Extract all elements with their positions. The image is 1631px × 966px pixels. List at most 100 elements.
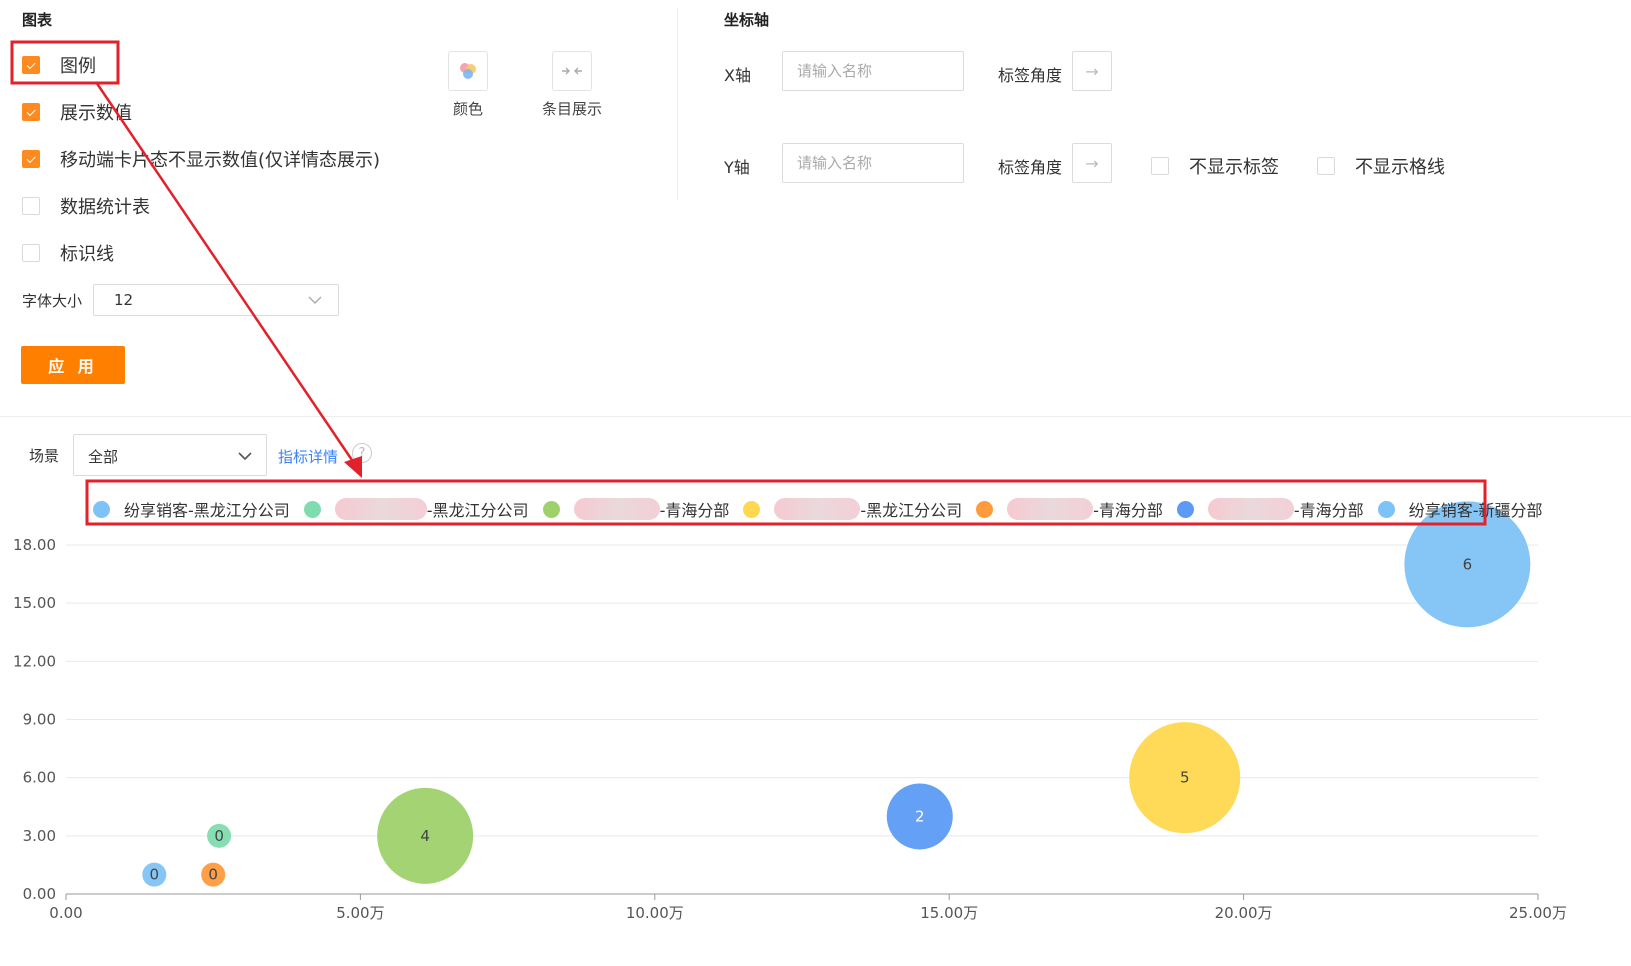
- y-tick-label: 9.00: [23, 711, 56, 729]
- help-icon[interactable]: ?: [352, 443, 372, 463]
- bubble-value-label: 5: [1180, 769, 1190, 787]
- item-display-button[interactable]: [552, 51, 592, 91]
- font-size-select[interactable]: 12: [93, 284, 339, 316]
- legend-option[interactable]: 图例: [22, 52, 96, 78]
- x-tick-label: 15.00万: [920, 904, 978, 922]
- metric-details-link[interactable]: 指标详情: [278, 446, 338, 467]
- collapse-arrows-icon: [562, 67, 582, 75]
- font-size-label: 字体大小: [22, 292, 83, 310]
- data-table-label: 数据统计表: [60, 197, 150, 218]
- y-axis-name-input[interactable]: 请输入名称: [782, 143, 964, 183]
- bubble-value-label: 6: [1463, 555, 1473, 573]
- annotation-arrow-line: [94, 81, 358, 467]
- x-label-angle-button[interactable]: →: [1072, 51, 1112, 91]
- hide-labels-label: 不显示标签: [1189, 157, 1279, 178]
- y-tick-label: 0.00: [23, 885, 56, 903]
- x-tick-label: 25.00万: [1509, 904, 1567, 922]
- x-label-angle-label: 标签角度: [998, 66, 1063, 85]
- legend-label: 纷享销客-新疆分部: [1408, 501, 1543, 520]
- hide-gridlines-checkbox[interactable]: [1317, 157, 1335, 175]
- y-tick-label: 6.00: [23, 769, 56, 787]
- redacted-text: [334, 498, 427, 520]
- legend-color-dot: [93, 500, 110, 518]
- y-tick-label: 18.00: [13, 536, 56, 554]
- legend-item[interactable]: -黑龙江分公司: [303, 497, 529, 521]
- x-tick-label: 20.00万: [1215, 904, 1273, 922]
- color-label: 颜色: [452, 100, 483, 118]
- y-label-angle-button[interactable]: →: [1072, 143, 1112, 183]
- bubble-value-label: 0: [208, 866, 218, 884]
- y-axis-label: Y轴: [724, 158, 750, 177]
- legend-color-dot: [1377, 500, 1395, 518]
- arrow-right-icon: →: [1085, 61, 1099, 81]
- color-button[interactable]: [448, 51, 488, 91]
- bubble-value-label: 4: [420, 827, 430, 845]
- legend-item[interactable]: -青海分部: [976, 497, 1163, 521]
- legend-label: -青海分部: [1293, 501, 1364, 520]
- legend-label: -青海分部: [659, 501, 730, 520]
- hide-gridlines-label: 不显示格线: [1355, 157, 1445, 178]
- x-tick-label: 10.00万: [626, 904, 684, 922]
- bubble-value-label: 2: [915, 807, 925, 825]
- hide-labels-checkbox[interactable]: [1151, 157, 1169, 175]
- mobile-hide-values-label: 移动端卡片态不显示数值(仅详情态展示): [60, 150, 381, 171]
- legend-label: -黑龙江分公司: [426, 501, 529, 520]
- show-values-checkbox[interactable]: [22, 103, 40, 121]
- hide-labels-option[interactable]: 不显示标签: [1151, 153, 1279, 179]
- x-axis-label: X轴: [724, 66, 751, 85]
- font-size-value: 12: [114, 291, 134, 309]
- legend-label: -黑龙江分公司: [860, 501, 963, 520]
- legend-label: 纷享销客-黑龙江分公司: [124, 501, 290, 520]
- arrow-right-icon: →: [1085, 153, 1099, 173]
- apply-button[interactable]: 应 用: [21, 346, 125, 384]
- y-tick-label: 3.00: [23, 827, 56, 845]
- x-axis-name-input[interactable]: 请输入名称: [782, 51, 964, 91]
- scene-value: 全部: [88, 448, 119, 466]
- legend-option-label: 图例: [60, 56, 96, 77]
- redacted-text: [774, 498, 861, 520]
- chevron-down-icon: [238, 452, 252, 461]
- marker-line-label: 标识线: [60, 244, 114, 265]
- redacted-text: [1007, 498, 1094, 520]
- bubble-value-label: 0: [214, 827, 224, 845]
- show-values-label: 展示数值: [60, 103, 132, 124]
- legend-label: -青海分部: [1093, 501, 1163, 520]
- mobile-hide-values-checkbox[interactable]: [22, 150, 40, 168]
- chart-legend: 纷享销客-黑龙江分公司 -黑龙江分公司 -青海分部 -黑龙江分公司 -青海分部 -青海分部…: [93, 497, 1556, 521]
- panel-divider: [677, 8, 678, 200]
- section-divider: [0, 416, 1631, 417]
- legend-item[interactable]: -青海分部: [1176, 497, 1364, 521]
- y-tick-label: 15.00: [13, 594, 56, 612]
- legend-color-dot: [976, 500, 994, 518]
- hide-gridlines-option[interactable]: 不显示格线: [1317, 153, 1445, 179]
- palette-icon: [460, 63, 476, 79]
- legend-item[interactable]: -青海分部: [542, 497, 730, 521]
- legend-checkbox[interactable]: [22, 56, 40, 74]
- x-tick-label: 0.00: [49, 904, 82, 922]
- legend-color-dot: [1176, 500, 1194, 518]
- item-display-label: 条目展示: [541, 100, 602, 118]
- scene-select[interactable]: 全部: [73, 434, 267, 476]
- marker-line-checkbox[interactable]: [22, 244, 40, 262]
- y-tick-label: 12.00: [13, 652, 56, 670]
- legend-color-dot: [542, 500, 560, 518]
- legend-color-dot: [743, 500, 761, 518]
- bubble-chart: 0 0 0 4 2 5 6 0.00 3.00 6.00 9.00 12.00 15.00 18.00 0…: [13, 501, 1567, 922]
- chevron-down-icon: [308, 296, 322, 304]
- data-table-option[interactable]: 数据统计表: [22, 193, 150, 219]
- legend-item[interactable]: 纷享销客-黑龙江分公司: [93, 497, 290, 521]
- legend-item[interactable]: 纷享销客-新疆分部: [1377, 497, 1543, 521]
- chart-section-title: 图表: [22, 11, 53, 29]
- mobile-hide-values-option[interactable]: 移动端卡片态不显示数值(仅详情态展示): [22, 146, 380, 172]
- redacted-text: [573, 498, 660, 520]
- show-values-option[interactable]: 展示数值: [22, 99, 132, 125]
- marker-line-option[interactable]: 标识线: [22, 240, 114, 266]
- legend-item[interactable]: -黑龙江分公司: [743, 497, 962, 521]
- y-label-angle-label: 标签角度: [998, 158, 1063, 177]
- axis-section-title: 坐标轴: [724, 11, 770, 29]
- redacted-text: [1207, 498, 1294, 520]
- data-table-checkbox[interactable]: [22, 197, 40, 215]
- bubble-value-label: 0: [150, 866, 160, 884]
- x-tick-label: 5.00万: [336, 904, 384, 922]
- legend-color-dot: [303, 500, 321, 518]
